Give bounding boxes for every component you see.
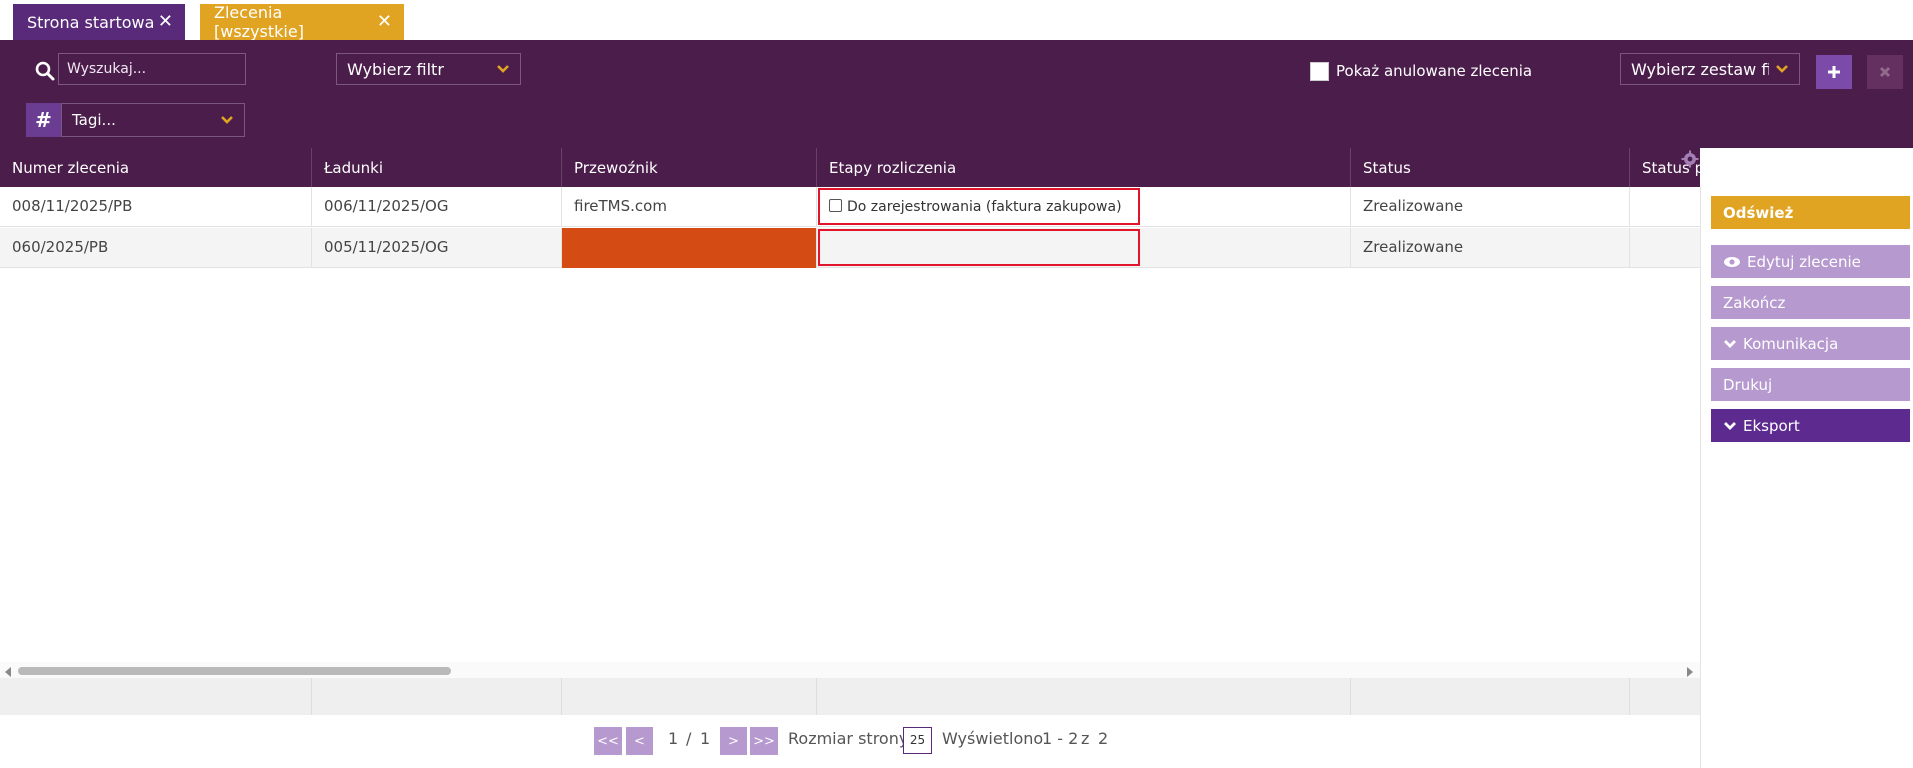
- tags-dropdown-label: Tagi...: [72, 111, 116, 129]
- refresh-button-label: Odśwież: [1723, 203, 1794, 222]
- cell-status: Zrealizowane: [1350, 228, 1629, 268]
- close-icon[interactable]: ✕: [377, 13, 392, 31]
- show-cancelled-label: Pokaż anulowane zlecenia: [1336, 62, 1533, 80]
- last-page-button[interactable]: >>: [750, 727, 778, 755]
- add-filterset-button[interactable]: [1816, 55, 1852, 89]
- grid-header: Numer zlecenia Ładunki Przewoźnik Etapy …: [0, 148, 1700, 187]
- tags-dropdown[interactable]: Tagi...: [61, 103, 245, 137]
- highlight-box: [818, 229, 1140, 266]
- cell-carrier: fireTMS.com: [561, 187, 816, 227]
- scroll-left-icon[interactable]: [5, 667, 11, 677]
- column-header-status[interactable]: Status: [1350, 148, 1629, 187]
- first-page-button[interactable]: <<: [594, 727, 622, 755]
- hashtag-icon: #: [26, 103, 61, 137]
- tags-selector[interactable]: # Tagi...: [26, 103, 245, 137]
- footer-cell: [1350, 678, 1351, 715]
- grid-footer-row: [0, 678, 1700, 715]
- export-button[interactable]: Eksport: [1711, 409, 1910, 442]
- search-input[interactable]: [58, 53, 246, 85]
- highlight-box: [818, 188, 1140, 225]
- communication-label: Komunikacja: [1743, 334, 1839, 353]
- cell-order-number: 060/2025/PB: [12, 238, 109, 256]
- edit-order-label: Edytuj zlecenie: [1747, 252, 1861, 271]
- filterset-dropdown-label: Wybierz zestaw filtrów: [1631, 59, 1769, 79]
- shown-range: 1 - 2: [1042, 729, 1079, 748]
- export-label: Eksport: [1743, 416, 1800, 435]
- close-icon[interactable]: ✕: [158, 13, 173, 31]
- total-count: 2: [1098, 729, 1109, 748]
- cell-order-number: 008/11/2025/PB: [12, 197, 133, 215]
- cell-status: Zrealizowane: [1350, 187, 1629, 227]
- chevron-down-icon: [221, 116, 233, 124]
- cell-carrier: [561, 228, 816, 268]
- scroll-right-icon[interactable]: [1687, 667, 1693, 677]
- plus-icon: [1828, 66, 1840, 78]
- tab-home[interactable]: Strona startowa ✕: [13, 4, 185, 40]
- tab-bar: Strona startowa ✕ Zlecenia [wszystkie] ✕: [0, 0, 1913, 41]
- finish-label: Zakończ: [1723, 293, 1786, 312]
- communication-button[interactable]: Komunikacja: [1711, 327, 1910, 360]
- delete-filterset-button[interactable]: [1867, 55, 1903, 89]
- gear-icon[interactable]: [1681, 150, 1699, 168]
- current-page: 1: [668, 729, 679, 748]
- footer-cell: [311, 678, 312, 715]
- shown-label: Wyświetlono: [942, 729, 1044, 748]
- column-header-settlement-stages[interactable]: Etapy rozliczenia: [816, 148, 1350, 187]
- panel-divider: [1700, 187, 1701, 768]
- column-header-order-number[interactable]: Numer zlecenia: [0, 148, 311, 187]
- edit-order-button[interactable]: Edytuj zlecenie: [1711, 245, 1910, 278]
- close-icon: [1879, 66, 1891, 78]
- column-header-carrier[interactable]: Przewoźnik: [561, 148, 816, 187]
- column-header-loads[interactable]: Ładunki: [311, 148, 561, 187]
- page-size-label: Rozmiar strony:: [788, 729, 913, 748]
- tab-orders-all[interactable]: Zlecenia [wszystkie] ✕: [200, 3, 404, 41]
- tab-orders-label: Zlecenia [wszystkie]: [214, 3, 304, 41]
- cell-status-p: [1629, 187, 1700, 227]
- footer-cell: [1629, 678, 1630, 715]
- print-button[interactable]: Drukuj: [1711, 368, 1910, 401]
- tab-home-label: Strona startowa: [27, 12, 155, 32]
- chevron-down-icon: [497, 65, 509, 73]
- chevron-down-icon: [1776, 65, 1788, 73]
- page-separator: /: [686, 729, 692, 748]
- prev-page-button[interactable]: <: [626, 727, 653, 755]
- cell-status-p: [1629, 228, 1700, 268]
- page-size-input[interactable]: 25: [903, 727, 932, 754]
- total-pages: 1: [700, 729, 711, 748]
- print-label: Drukuj: [1723, 375, 1773, 394]
- cell-loads: 005/11/2025/OG: [311, 228, 561, 268]
- refresh-button[interactable]: Odśwież: [1711, 196, 1910, 229]
- scrollbar-thumb[interactable]: [18, 667, 451, 675]
- filter-dropdown-label: Wybierz filtr: [347, 59, 444, 79]
- chevron-down-icon: [1724, 421, 1736, 430]
- footer-cell: [816, 678, 817, 715]
- filter-dropdown[interactable]: Wybierz filtr: [336, 53, 521, 85]
- of-label: z: [1081, 729, 1090, 748]
- next-page-button[interactable]: >: [720, 727, 747, 755]
- search-icon: [35, 61, 55, 81]
- show-cancelled-checkbox[interactable]: [1310, 62, 1329, 81]
- footer-cell: [561, 678, 562, 715]
- chevron-down-icon: [1724, 339, 1736, 348]
- finish-button[interactable]: Zakończ: [1711, 286, 1910, 319]
- filterset-dropdown[interactable]: Wybierz zestaw filtrów: [1620, 53, 1800, 85]
- horizontal-scrollbar[interactable]: [0, 662, 1700, 678]
- cell-loads: 006/11/2025/OG: [311, 187, 561, 227]
- eye-icon: [1724, 256, 1740, 267]
